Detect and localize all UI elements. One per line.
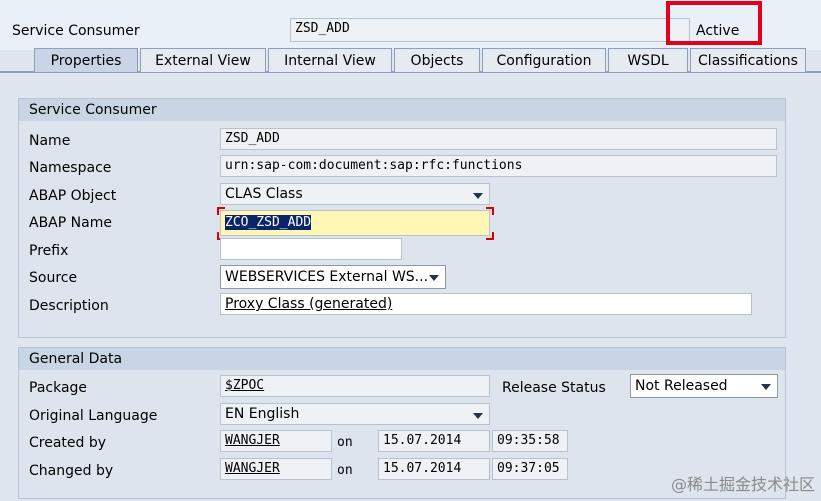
service-consumer-label: Service Consumer [12,23,140,39]
original-language-value: EN English [225,406,300,422]
tab-label: Configuration [496,53,592,69]
created-by-field[interactable]: WANGJER [220,430,332,452]
tab-label: Internal View [284,53,376,69]
description-value: Proxy Class (generated) [225,296,393,312]
tab-internal-view[interactable]: Internal View [268,48,392,72]
service-consumer-name-field: ZSD_ADD [290,18,690,42]
abap-object-label: ABAP Object [29,188,117,204]
package-label: Package [29,380,88,396]
changed-by-label: Changed by [29,463,114,479]
package-field[interactable]: $ZPOC [220,375,490,397]
description-label: Description [29,298,109,314]
chevron-down-icon [761,384,771,390]
tab-label: WSDL [627,53,669,69]
tab-external-view[interactable]: External View [140,48,266,72]
changed-date-field: 15.07.2014 [378,458,490,480]
tab-label: External View [155,53,251,69]
name-label: Name [29,133,71,149]
created-by-user: WANGJER [225,433,280,448]
name-field: ZSD_ADD [220,128,777,150]
tab-objects[interactable]: Objects [394,48,480,72]
release-status-dropdown[interactable]: Not Released [630,374,778,398]
source-label: Source [29,270,78,286]
chevron-down-icon [429,275,439,281]
changed-on-label: on [337,463,353,478]
abap-name-selected-text: ZCO_ZSD_ADD [225,215,312,230]
description-input[interactable]: Proxy Class (generated) [220,293,752,315]
release-status-label: Release Status [502,380,606,396]
group-title: General Data [19,348,785,370]
prefix-label: Prefix [29,243,69,259]
tab-properties[interactable]: Properties [34,48,138,72]
watermark-text: @稀土掘金技术社区 [670,475,815,494]
tab-configuration[interactable]: Configuration [482,48,606,72]
group-title: Service Consumer [19,99,785,121]
tab-classifications[interactable]: Classifications [690,48,806,72]
changed-by-user: WANGJER [225,461,280,476]
created-by-label: Created by [29,435,107,451]
source-value: WEBSERVICES External WS... [225,269,429,285]
original-language-field: EN English [220,403,490,425]
abap-object-value: CLAS Class [225,186,303,202]
changed-time-field: 09:37:05 [492,458,568,480]
focus-corner [217,207,225,215]
tab-label: Objects [410,53,464,69]
namespace-field: urn:sap-com:document:sap:rfc:functions [220,155,777,177]
prefix-input[interactable] [220,238,402,260]
abap-object-field: CLAS Class [220,183,490,205]
abap-name-input[interactable]: ZCO_ZSD_ADD [220,210,490,236]
focus-corner [486,207,494,215]
created-time-field: 09:35:58 [492,430,568,452]
status-highlight-box [666,1,762,45]
changed-by-field[interactable]: WANGJER [220,458,332,480]
created-date-field: 15.07.2014 [378,430,490,452]
package-value: $ZPOC [225,378,265,393]
namespace-label: Namespace [29,160,112,176]
focus-corner [486,232,494,240]
tab-label: Properties [50,53,122,69]
created-on-label: on [337,435,353,450]
chevron-down-icon [473,193,483,199]
original-language-label: Original Language [29,408,158,424]
source-dropdown[interactable]: WEBSERVICES External WS... [220,265,446,289]
abap-name-label: ABAP Name [29,215,112,231]
tab-wsdl[interactable]: WSDL [608,48,688,72]
chevron-down-icon [473,413,483,419]
tab-label: Classifications [698,53,798,69]
release-status-value: Not Released [635,378,728,394]
